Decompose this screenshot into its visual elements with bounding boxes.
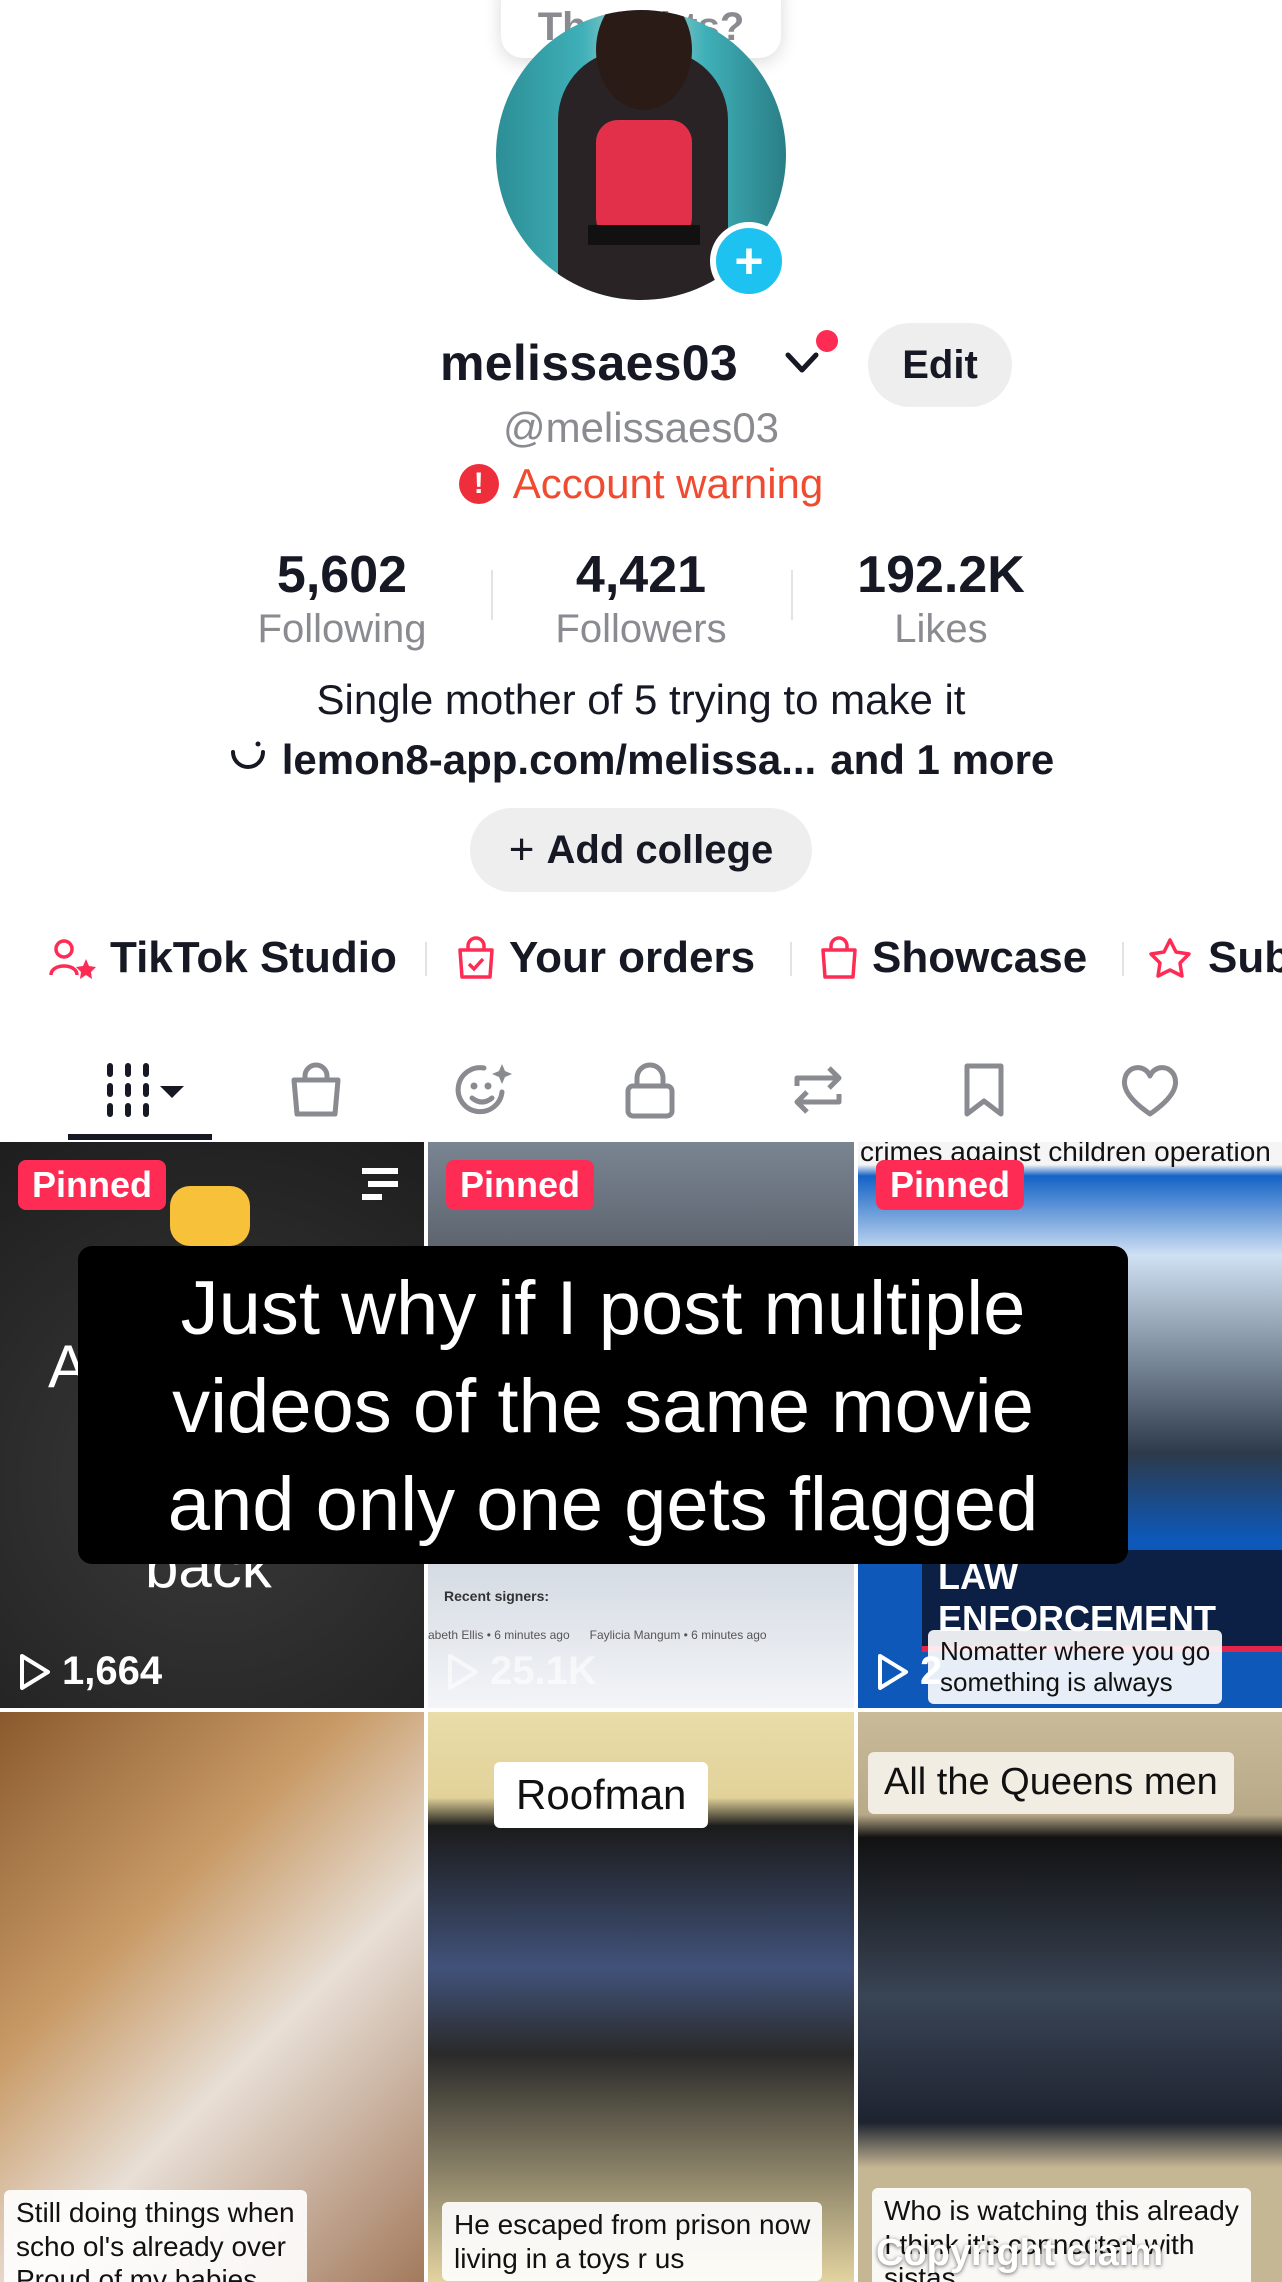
- quick-link-label: Sub: [1208, 933, 1282, 982]
- orders-icon: [458, 936, 494, 979]
- likes-count: 192.2K: [857, 546, 1025, 604]
- account-warning[interactable]: ! Account warning: [0, 460, 1282, 508]
- studio-icon: [49, 939, 96, 979]
- link-text[interactable]: lemon8-app.com/melissa...: [282, 736, 817, 784]
- video-thumbnail[interactable]: Roofman He escaped from prison now livin…: [428, 1712, 854, 2282]
- account-warning-label: Account warning: [512, 460, 824, 507]
- screenshot-caption-overlay: Just why if I post multiple videos of th…: [78, 1246, 1128, 1564]
- video-thumbnail[interactable]: All the Queens men Who is watching this …: [858, 1712, 1282, 2282]
- divider: [790, 942, 792, 976]
- bio-link[interactable]: lemon8-app.com/melissa... and 1 more: [0, 736, 1282, 784]
- tab-reposts[interactable]: [768, 1040, 868, 1140]
- view-count: 1,664: [18, 1649, 162, 1694]
- tab-stickers[interactable]: [434, 1040, 534, 1140]
- plus-icon: +: [508, 825, 535, 874]
- video-caption: Still doing things when scho ol's alread…: [4, 2190, 307, 2282]
- followers-count: 4,421: [575, 546, 707, 604]
- divider: [425, 942, 427, 976]
- warning-icon: !: [458, 464, 499, 504]
- add-college-label: Add college: [546, 827, 774, 872]
- stat-divider: [791, 570, 793, 620]
- tab-private[interactable]: [600, 1040, 700, 1140]
- user-handle: @melissaes03: [502, 404, 780, 451]
- bio-text: Single mother of 5 trying to make it: [316, 676, 966, 723]
- video-title: Roofman: [494, 1762, 709, 1829]
- thumbs-up-emoji: [170, 1186, 250, 1246]
- quick-link-label: TikTok Studio: [110, 933, 397, 982]
- video-caption: Recent signers:: [444, 1588, 550, 1604]
- videos-grid-icon: [107, 1063, 184, 1117]
- subscription-icon: [1149, 938, 1191, 978]
- video-caption: abeth Ellis • 6 minutes ago Faylicia Man…: [428, 1628, 767, 1642]
- profile-tabs: [0, 1040, 1282, 1140]
- quick-link-label: Showcase: [872, 933, 1088, 982]
- tab-shop[interactable]: [266, 1040, 366, 1140]
- quick-link-tiktok-studio[interactable]: TikTok Studio: [48, 930, 397, 986]
- play-icon: [878, 1653, 908, 1690]
- quick-link-subscription[interactable]: Sub: [1148, 930, 1282, 986]
- private-lock-icon: [625, 1062, 675, 1119]
- tab-favorites[interactable]: [934, 1040, 1034, 1140]
- stat-followers[interactable]: 4,421 Followers: [521, 545, 761, 652]
- add-college-button[interactable]: + Add college: [470, 808, 812, 892]
- stickers-icon: [455, 1064, 512, 1115]
- overlay-line: and only one gets flagged: [167, 1462, 1039, 1547]
- tab-videos[interactable]: [90, 1040, 200, 1140]
- add-story-plus-icon[interactable]: +: [710, 222, 788, 300]
- overlay-line: Just why if I post multiple: [180, 1266, 1026, 1351]
- playlist-icon: [362, 1168, 398, 1200]
- copyright-claim-label: Copyright claim: [876, 2232, 1164, 2274]
- view-count: 25.1K: [446, 1649, 597, 1694]
- video-title: All the Queens men: [868, 1752, 1234, 1814]
- divider: [1122, 942, 1124, 976]
- followers-label: Followers: [555, 607, 727, 651]
- username[interactable]: melissaes03: [440, 334, 738, 392]
- quick-link-label: Your orders: [509, 933, 756, 982]
- reposts-icon: [794, 1066, 842, 1114]
- pinned-badge: Pinned: [876, 1160, 1025, 1210]
- stat-likes[interactable]: 192.2K Likes: [821, 545, 1061, 652]
- tab-liked[interactable]: [1100, 1040, 1200, 1140]
- link-more[interactable]: and 1 more: [830, 736, 1054, 784]
- shop-bag-icon: [291, 1062, 341, 1117]
- active-tab-indicator: [68, 1134, 212, 1140]
- video-caption: Nomatter where you go something is alway…: [928, 1630, 1223, 1705]
- pinned-badge: Pinned: [446, 1160, 595, 1210]
- play-icon: [20, 1653, 50, 1690]
- view-count-value: 1,664: [62, 1649, 163, 1693]
- quick-link-showcase[interactable]: Showcase: [818, 930, 1087, 986]
- liked-heart-icon: [1121, 1065, 1179, 1117]
- view-count-value: 2: [920, 1649, 943, 1693]
- following-label: Following: [257, 607, 427, 651]
- notification-dot: [816, 330, 838, 352]
- link-smile-icon: [230, 741, 265, 769]
- quick-link-your-orders[interactable]: Your orders: [455, 930, 755, 986]
- play-icon: [448, 1653, 478, 1690]
- showcase-icon: [821, 936, 857, 979]
- view-count-value: 25.1K: [490, 1649, 597, 1693]
- chevron-down-icon[interactable]: [785, 352, 819, 374]
- likes-label: Likes: [894, 607, 988, 651]
- video-thumbnail[interactable]: Still doing things when scho ol's alread…: [0, 1712, 424, 2282]
- stat-following[interactable]: 5,602 Following: [222, 545, 462, 652]
- following-count: 5,602: [276, 546, 408, 604]
- stat-divider: [491, 570, 493, 620]
- overlay-line: videos of the same movie: [172, 1364, 1034, 1449]
- favorites-bookmark-icon: [964, 1063, 1004, 1117]
- pinned-badge: Pinned: [18, 1160, 167, 1210]
- video-caption: He escaped from prison now living in a t…: [442, 2202, 823, 2282]
- edit-profile-button[interactable]: Edit: [868, 323, 1012, 407]
- view-count: 2: [876, 1649, 942, 1694]
